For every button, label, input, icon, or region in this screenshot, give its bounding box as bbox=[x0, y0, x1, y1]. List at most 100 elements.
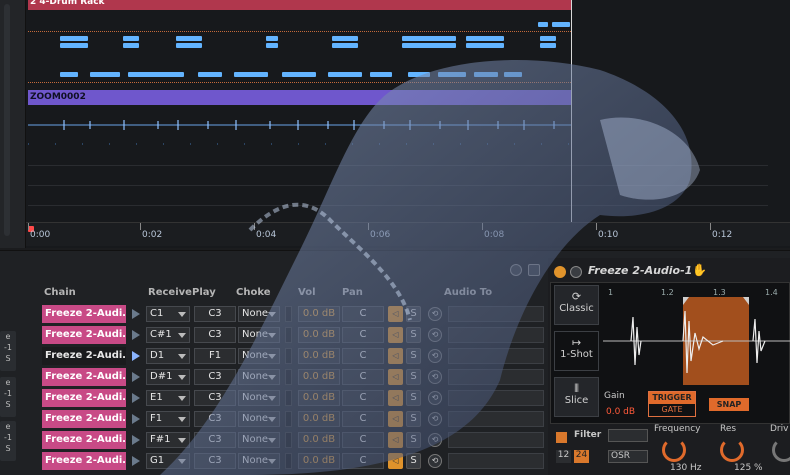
receive-note-select[interactable]: C1 bbox=[146, 306, 190, 322]
midi-note[interactable] bbox=[328, 72, 362, 77]
receive-note-select[interactable]: F#1 bbox=[146, 432, 190, 448]
solo-button[interactable]: S bbox=[406, 348, 421, 364]
save-preset-icon[interactable] bbox=[528, 264, 540, 276]
play-note-field[interactable]: C3 bbox=[194, 306, 236, 322]
audio-to-select[interactable] bbox=[448, 411, 544, 427]
midi-note[interactable] bbox=[332, 36, 358, 41]
midi-note[interactable] bbox=[282, 72, 316, 77]
mode-classic-button[interactable]: ⟳ Classic bbox=[554, 285, 599, 325]
sample-waveform-view[interactable]: 1 1.2 1.3 1.4 bbox=[603, 285, 790, 385]
osr-dropdown[interactable]: OSR bbox=[608, 450, 648, 463]
speaker-mute-icon[interactable]: ◁ bbox=[388, 453, 403, 469]
receive-note-select[interactable]: F1 bbox=[146, 411, 190, 427]
pan-field[interactable]: C bbox=[342, 453, 384, 469]
frequency-knob[interactable] bbox=[662, 438, 686, 462]
chain-row[interactable]: Freeze 2-Audi… F#1 C3 None 0.0 dB C ◁ S … bbox=[42, 431, 544, 449]
side-chain-item[interactable]: e -1 S bbox=[0, 377, 16, 417]
solo-button[interactable]: S bbox=[406, 327, 421, 343]
device-on-toggle[interactable] bbox=[554, 266, 566, 278]
midi-note[interactable] bbox=[60, 43, 88, 48]
chain-play-icon[interactable] bbox=[132, 456, 140, 466]
volume-field[interactable]: 0.0 dB bbox=[298, 390, 340, 406]
chain-row[interactable]: Freeze 2-Audi… C#1 C3 None 0.0 dB C ◁ S … bbox=[42, 326, 544, 344]
pan-field[interactable]: C bbox=[342, 432, 384, 448]
chain-name[interactable]: Freeze 2-Audi… bbox=[42, 368, 126, 386]
audio-to-select[interactable] bbox=[448, 306, 544, 322]
midi-note[interactable] bbox=[198, 72, 222, 77]
chain-row[interactable]: Freeze 2-Audi… C1 C3 None 0.0 dB C ◁ S ⟲ bbox=[42, 305, 544, 323]
chain-name[interactable]: Freeze 2-Audi… bbox=[42, 347, 126, 365]
midi-note[interactable] bbox=[128, 72, 184, 77]
chain-play-icon[interactable] bbox=[132, 372, 140, 382]
drum-rack-clip-header[interactable]: 2 4-Drum Rack bbox=[28, 0, 571, 10]
audio-to-select[interactable] bbox=[448, 369, 544, 385]
speaker-mute-icon[interactable]: ◁ bbox=[388, 432, 403, 448]
choke-select[interactable]: None bbox=[238, 306, 280, 322]
midi-note[interactable] bbox=[466, 43, 504, 48]
solo-button[interactable]: S bbox=[406, 306, 421, 322]
snap-button[interactable]: SNAP bbox=[709, 398, 749, 411]
slope-12-button[interactable]: 12 bbox=[556, 450, 571, 463]
audio-to-select[interactable] bbox=[448, 348, 544, 364]
pan-field[interactable]: C bbox=[342, 369, 384, 385]
chain-row[interactable]: Freeze 2-Audi… D#1 C3 None 0.0 dB C ◁ S … bbox=[42, 368, 544, 386]
routing-icon[interactable]: ⟲ bbox=[428, 412, 442, 426]
hot-swap-icon[interactable] bbox=[510, 264, 522, 276]
choke-select[interactable]: None bbox=[238, 453, 280, 469]
speaker-mute-icon[interactable]: ◁ bbox=[388, 327, 403, 343]
chain-name[interactable]: Freeze 2-Audi… bbox=[42, 326, 126, 344]
midi-note[interactable] bbox=[176, 36, 202, 41]
receive-note-select[interactable]: E1 bbox=[146, 390, 190, 406]
filter-on-toggle[interactable] bbox=[556, 432, 567, 443]
play-note-field[interactable]: C3 bbox=[194, 411, 236, 427]
volume-field[interactable]: 0.0 dB bbox=[298, 453, 340, 469]
res-knob[interactable] bbox=[720, 438, 744, 462]
midi-note[interactable] bbox=[60, 36, 88, 41]
time-ruler[interactable]: 0:00 0:02 0:04 0:06 0:08 0:10 0:12 bbox=[26, 222, 790, 246]
choke-select[interactable]: None bbox=[238, 411, 280, 427]
play-note-field[interactable]: C3 bbox=[194, 327, 236, 343]
routing-icon[interactable]: ⟲ bbox=[428, 349, 442, 363]
midi-note[interactable] bbox=[402, 43, 456, 48]
choke-select[interactable]: None bbox=[238, 369, 280, 385]
mode-one-shot-button[interactable]: ↦ 1-Shot bbox=[554, 331, 599, 371]
midi-note[interactable] bbox=[466, 36, 504, 41]
chain-play-icon[interactable] bbox=[132, 435, 140, 445]
solo-button[interactable]: S bbox=[406, 390, 421, 406]
chain-row[interactable]: Freeze 2-Audi… F1 C3 None 0.0 dB C ◁ S ⟲ bbox=[42, 410, 544, 428]
midi-note[interactable] bbox=[474, 72, 498, 77]
midi-note[interactable] bbox=[176, 43, 202, 48]
midi-note[interactable] bbox=[552, 22, 570, 27]
zoom-audio-clip-header[interactable]: ZOOM0002 bbox=[28, 90, 571, 105]
pan-field[interactable]: C bbox=[342, 306, 384, 322]
speaker-mute-icon[interactable]: ◁ bbox=[388, 411, 403, 427]
solo-button[interactable]: S bbox=[406, 432, 421, 448]
choke-select[interactable]: None bbox=[238, 390, 280, 406]
midi-note[interactable] bbox=[504, 72, 522, 77]
receive-note-select[interactable]: D#1 bbox=[146, 369, 190, 385]
chain-play-icon[interactable] bbox=[132, 393, 140, 403]
midi-note[interactable] bbox=[540, 36, 556, 41]
midi-note[interactable] bbox=[60, 72, 78, 77]
volume-field[interactable]: 0.0 dB bbox=[298, 306, 340, 322]
receive-note-select[interactable]: D1 bbox=[146, 348, 190, 364]
routing-icon[interactable]: ⟲ bbox=[428, 328, 442, 342]
volume-field[interactable]: 0.0 dB bbox=[298, 369, 340, 385]
receive-note-select[interactable]: G1 bbox=[146, 453, 190, 469]
solo-button[interactable]: S bbox=[406, 453, 421, 469]
gain-value[interactable]: 0.0 dB bbox=[606, 407, 635, 417]
pan-field[interactable]: C bbox=[342, 411, 384, 427]
routing-icon[interactable]: ⟲ bbox=[428, 433, 442, 447]
solo-button[interactable]: S bbox=[406, 369, 421, 385]
audio-waveform[interactable] bbox=[28, 108, 571, 148]
side-chain-item[interactable]: e -1 S bbox=[0, 421, 16, 461]
vertical-scrollbar[interactable] bbox=[4, 4, 10, 236]
volume-field[interactable]: 0.0 dB bbox=[298, 327, 340, 343]
audio-to-select[interactable] bbox=[448, 327, 544, 343]
receive-note-select[interactable]: C#1 bbox=[146, 327, 190, 343]
play-note-field[interactable]: C3 bbox=[194, 453, 236, 469]
chain-play-icon[interactable] bbox=[132, 330, 140, 340]
volume-field[interactable]: 0.0 dB bbox=[298, 432, 340, 448]
play-note-field[interactable]: F1 bbox=[194, 348, 236, 364]
midi-note[interactable] bbox=[540, 43, 556, 48]
